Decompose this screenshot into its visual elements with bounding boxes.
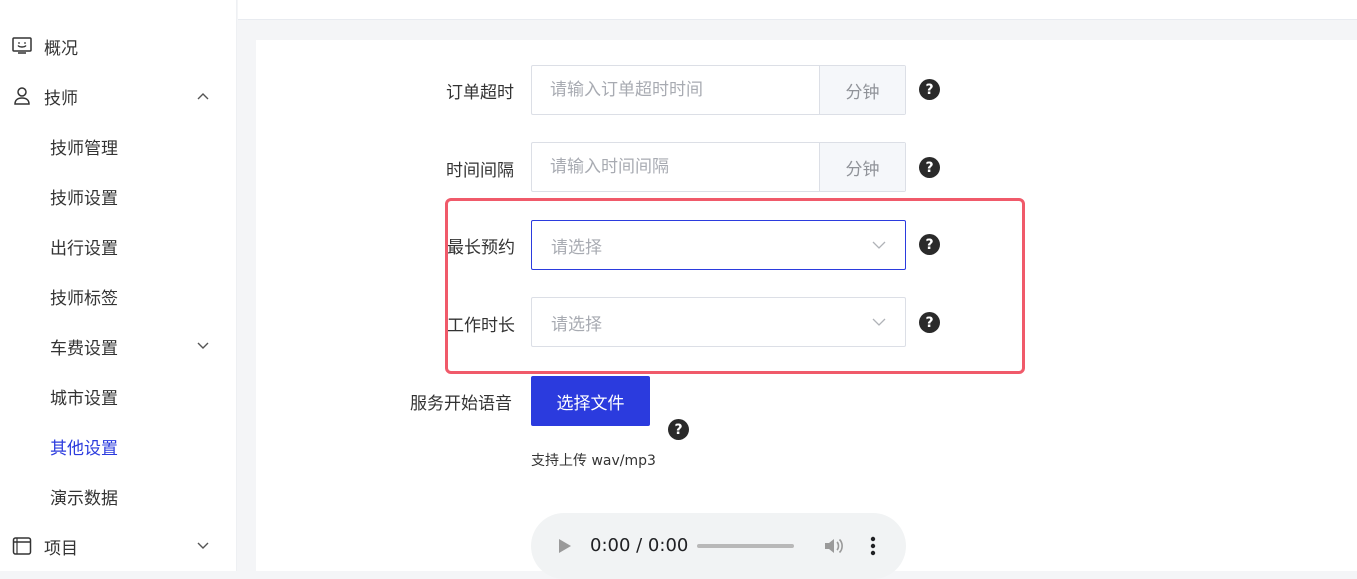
sidebar-item-label: 城市设置: [50, 388, 118, 409]
sidebar-item-technician-management[interactable]: 技师管理: [0, 121, 237, 171]
sidebar-item-fare-settings[interactable]: 车费设置: [0, 321, 237, 371]
more-options-icon[interactable]: [866, 534, 880, 558]
choose-file-button[interactable]: 选择文件: [531, 376, 650, 426]
sidebar-item-label: 技师管理: [50, 138, 118, 159]
sidebar-item-label: 其他设置: [50, 438, 118, 459]
sidebar-item-technician-settings[interactable]: 技师设置: [0, 171, 237, 221]
chevron-up-icon: [196, 89, 210, 103]
chevron-down-icon: [871, 314, 887, 330]
help-icon[interactable]: ?: [919, 79, 940, 100]
work-hours-label: 工作时长: [447, 316, 515, 336]
order-timeout-group: 分钟: [531, 65, 906, 115]
window-icon: [12, 536, 32, 556]
max-booking-label: 最长预约: [447, 238, 515, 258]
help-icon[interactable]: ?: [919, 234, 940, 255]
sidebar-item-travel-settings[interactable]: 出行设置: [0, 221, 237, 271]
sidebar-item-overview[interactable]: 概况: [0, 21, 237, 71]
max-booking-placeholder: 请选择: [551, 237, 602, 258]
order-timeout-input[interactable]: [532, 66, 819, 114]
sidebar-item-other-settings[interactable]: 其他设置: [0, 421, 237, 471]
time-interval-input[interactable]: [532, 143, 819, 191]
help-icon[interactable]: ?: [919, 312, 940, 333]
service-voice-label: 服务开始语音: [410, 394, 512, 414]
time-interval-unit: 分钟: [819, 143, 905, 191]
order-timeout-label: 订单超时: [446, 83, 514, 103]
user-icon: [12, 86, 32, 106]
top-header: [238, 0, 1357, 20]
sidebar-item-label: 技师标签: [50, 288, 118, 309]
help-icon[interactable]: ?: [919, 157, 940, 178]
chevron-down-icon: [196, 539, 210, 553]
sidebar: 概况 技师 技师管理 技师设置 出行设置 技师标签 车费设置 城市设置 其他设置…: [0, 0, 237, 571]
max-booking-select[interactable]: 请选择: [531, 220, 906, 270]
audio-progress-slider[interactable]: [697, 544, 794, 548]
monitor-icon: [12, 36, 32, 56]
work-hours-placeholder: 请选择: [551, 314, 602, 335]
time-interval-group: 分钟: [531, 142, 906, 192]
sidebar-item-technician[interactable]: 技师: [0, 71, 237, 121]
chevron-down-icon: [196, 339, 210, 353]
work-hours-select[interactable]: 请选择: [531, 297, 906, 347]
sidebar-item-label: 车费设置: [50, 338, 118, 359]
audio-player: 0:00 / 0:00: [531, 513, 906, 579]
sidebar-item-label: 出行设置: [50, 238, 118, 259]
sidebar-item-projects[interactable]: 项目: [0, 521, 237, 571]
sidebar-item-label: 演示数据: [50, 488, 118, 509]
play-icon[interactable]: [557, 537, 573, 555]
help-icon[interactable]: ?: [668, 419, 689, 440]
chevron-down-icon: [871, 237, 887, 253]
time-interval-label: 时间间隔: [446, 161, 514, 181]
volume-icon[interactable]: [822, 535, 844, 557]
upload-tip: 支持上传 wav/mp3: [531, 453, 656, 469]
audio-time: 0:00 / 0:00: [590, 535, 689, 556]
sidebar-item-city-settings[interactable]: 城市设置: [0, 371, 237, 421]
sidebar-item-demo-data[interactable]: 演示数据: [0, 471, 237, 521]
sidebar-item-technician-tags[interactable]: 技师标签: [0, 271, 237, 321]
sidebar-item-label: 概况: [44, 38, 78, 59]
sidebar-item-label: 项目: [44, 538, 78, 559]
sidebar-item-label: 技师: [44, 88, 78, 109]
order-timeout-unit: 分钟: [819, 66, 905, 114]
sidebar-item-label: 技师设置: [50, 188, 118, 209]
